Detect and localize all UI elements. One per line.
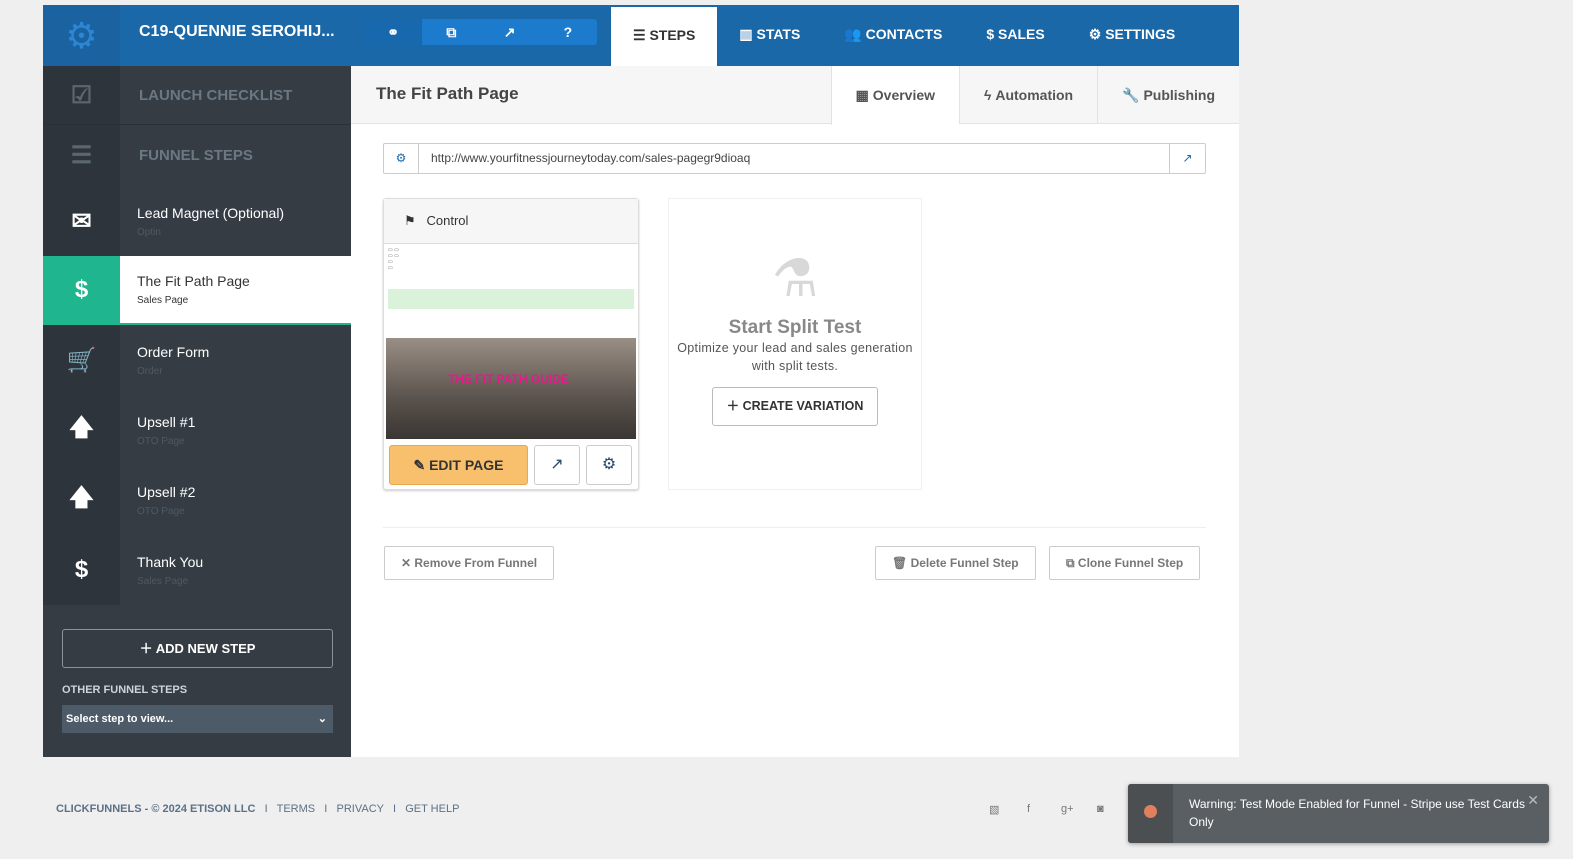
preview-external-icon[interactable]: ↗ [534, 445, 580, 485]
flag-icon: ⚑ [404, 213, 416, 228]
delete-funnel-step-button[interactable]: 🗑 Delete Funnel Step [875, 546, 1036, 580]
funnel-steps-header[interactable]: ☰ FUNNEL STEPS [43, 126, 351, 185]
privacy-link[interactable]: PRIVACY [337, 803, 384, 815]
tab-overview[interactable]: ▦ Overview [830, 66, 960, 125]
arrow-up-icon: 🡅 [69, 483, 94, 511]
funnel-title: C19-QUENNIE SEROHIJ... [139, 23, 335, 40]
settings-gear-icon[interactable]: ⚙ [43, 5, 120, 66]
top-bar: ⚙ C19-QUENNIE SEROHIJ... ⚭ ⧉ ↗ ? ☰ STEPS… [43, 5, 1239, 66]
instagram-icon[interactable]: ◙ [1097, 803, 1104, 815]
url-input[interactable]: http://www.yourfitnessjourneytoday.com/s… [419, 144, 1169, 173]
funnel-tools: ⚭ ⧉ ↗ ? [364, 19, 597, 45]
tab-automation[interactable]: ϟ Automation [959, 66, 1097, 124]
external-link-icon[interactable]: ↗ [481, 19, 539, 45]
help-icon[interactable]: ? [539, 19, 597, 45]
create-variation-button[interactable]: ＋ CREATE VARIATION [711, 387, 879, 426]
tab-settings[interactable]: ⚙ SETTINGS [1067, 5, 1197, 66]
step-order-form[interactable]: 🛒 Order Form Order [43, 325, 351, 395]
rss-icon[interactable]: ▧ [989, 803, 999, 816]
split-test-panel: ⚗ Start Split Test Optimize your lead an… [668, 198, 922, 490]
app: ⚙ C19-QUENNIE SEROHIJ... ⚭ ⧉ ↗ ? ☰ STEPS… [43, 5, 1239, 757]
copy-icon[interactable]: ⧉ [422, 19, 480, 45]
main-nav: ☰ STEPS ▥ STATS 👥 CONTACTS $ SALES ⚙ SET… [611, 5, 1197, 66]
control-variant-card: ⚑ Control ▭ ▭ ▭ ▭ ▭ ▭ THE FIT PATH GUIDE ✎ … [383, 198, 639, 490]
sidebar: ☑ LAUNCH CHECKLIST ☰ FUNNEL STEPS ✉ Lead Ma… [43, 66, 351, 757]
divider [383, 527, 1206, 528]
menu-icon: ☰ [70, 142, 93, 169]
envelope-icon: ✉ [71, 207, 92, 235]
tab-publishing[interactable]: 🔧 Publishing [1097, 66, 1239, 124]
other-steps-select[interactable]: ⌄ Select step to view... [62, 705, 333, 733]
page-thumbnail-image[interactable]: THE FIT PATH GUIDE [386, 338, 636, 439]
page-thumbnail-form: ▭ ▭ ▭ ▭ ▭ ▭ [386, 245, 636, 337]
google-plus-icon[interactable]: g+ [1061, 803, 1074, 815]
close-icon[interactable]: ✕ [1527, 792, 1539, 809]
edit-page-button[interactable]: ✎ EDIT PAGE [389, 445, 528, 485]
tab-sales[interactable]: $ SALES [964, 5, 1066, 66]
facebook-icon[interactable]: f [1027, 803, 1030, 815]
page-url-field: ⚙ http://www.yourfitnessjourneytoday.com… [383, 143, 1206, 174]
variant-settings-gear-icon[interactable]: ⚙ [586, 445, 632, 485]
get-help-link[interactable]: GET HELP [405, 803, 459, 815]
test-mode-warning-toast: Warning: Test Mode Enabled for Funnel - … [1128, 784, 1549, 843]
status-dot-icon [1144, 805, 1157, 818]
step-thank-you[interactable]: $ Thank You Sales Page [43, 535, 351, 605]
page-header: The Fit Path Page ▦ Overview ϟ Automatio… [351, 66, 1239, 125]
clone-funnel-step-button[interactable]: ⧉ Clone Funnel Step [1049, 546, 1201, 580]
step-upsell-2[interactable]: 🡅 Upsell #2 OTO Page [43, 465, 351, 535]
tab-contacts[interactable]: 👥 CONTACTS [822, 5, 964, 66]
footer: CLICKFUNNELS - © 2024 ETISON LLC I TERMS… [56, 803, 460, 815]
other-steps-label: OTHER FUNNEL STEPS [62, 684, 188, 696]
page-title: The Fit Path Page [376, 84, 519, 103]
open-url-icon[interactable]: ↗ [1169, 144, 1205, 173]
tab-stats[interactable]: ▥ STATS [717, 5, 822, 66]
flask-icon: ⚗ [771, 250, 819, 308]
remove-from-funnel-button[interactable]: ✕ Remove From Funnel [384, 546, 555, 580]
launch-checklist[interactable]: ☑ LAUNCH CHECKLIST [43, 66, 351, 125]
step-fit-path-page[interactable]: $ The Fit Path Page Sales Page [43, 256, 351, 325]
variant-header: ⚑ Control [384, 199, 638, 244]
url-settings-gear-icon[interactable]: ⚙ [384, 144, 419, 173]
chevron-down-icon: ⌄ [317, 713, 327, 725]
step-upsell-1[interactable]: 🡅 Upsell #1 OTO Page [43, 395, 351, 465]
arrow-up-icon: 🡅 [69, 413, 94, 441]
link-icon[interactable]: ⚭ [364, 19, 423, 45]
step-lead-magnet[interactable]: ✉ Lead Magnet (Optional) Optin [43, 186, 351, 256]
cart-icon: 🛒 [66, 346, 97, 374]
terms-link[interactable]: TERMS [277, 803, 316, 815]
checkbox-icon: ☑ [70, 81, 93, 109]
tab-steps[interactable]: ☰ STEPS [611, 7, 718, 66]
dollar-icon: $ [74, 556, 89, 583]
add-new-step-button[interactable]: ＋ ADD NEW STEP [62, 629, 333, 668]
dollar-icon: $ [43, 256, 120, 323]
